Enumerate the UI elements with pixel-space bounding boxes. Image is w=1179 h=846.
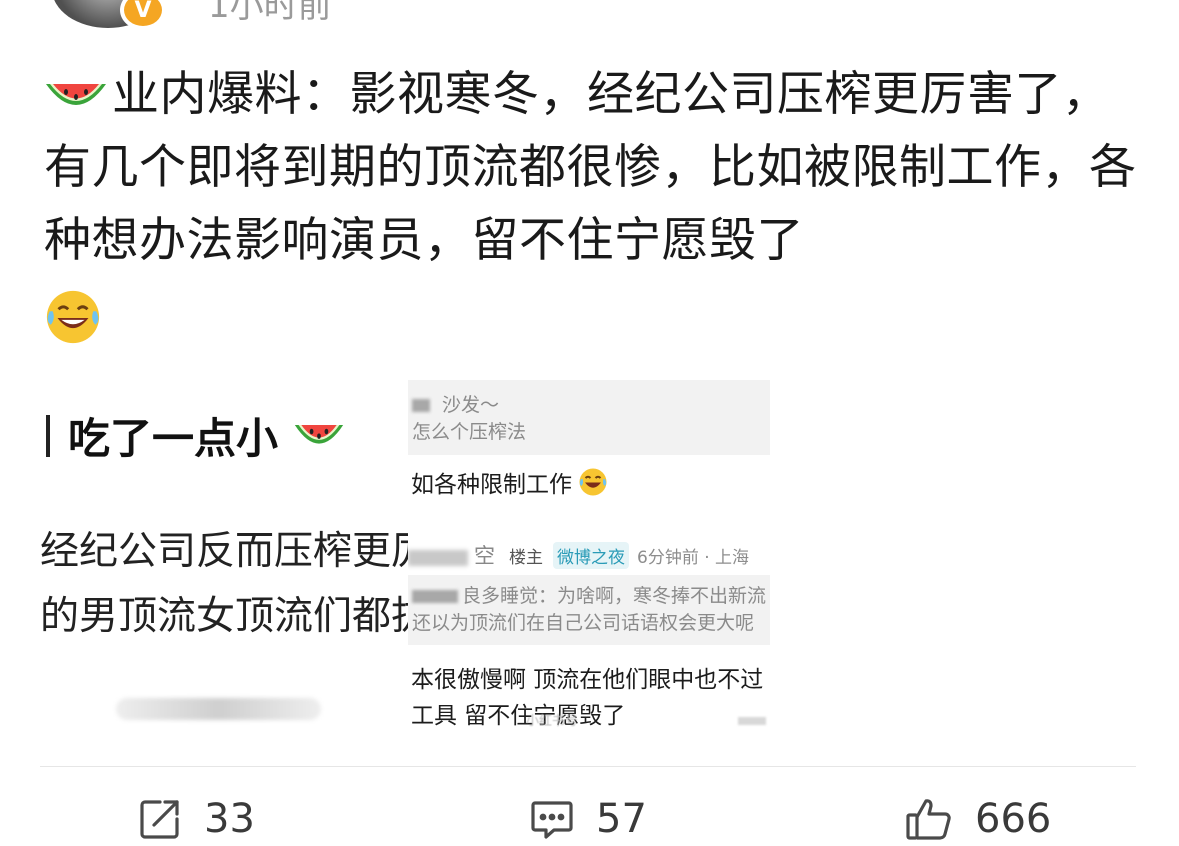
divider <box>40 766 1136 767</box>
blurred-text <box>738 717 766 725</box>
comment-reply: 如各种限制工作 <box>411 465 608 499</box>
post-time: 1小时前 <box>208 0 332 26</box>
repost-icon <box>140 800 179 839</box>
comment-reply: 工具 留不住宁愿毁了 <box>411 703 626 729</box>
blurred-username <box>408 550 468 566</box>
laughing-tears-icon <box>579 468 607 496</box>
quoted-comment: 良多睡觉：为啥啊，寒冬捧不出新流 还以为顶流们在自己公司话语权会更大呢 <box>408 575 770 645</box>
like-count: 666 <box>975 796 1052 842</box>
screenshot-line: 经纪公司反而压榨更厉 <box>40 529 420 574</box>
post-body-text: 业内爆料：影视寒冬，经纪公司压榨更厉害了，有几个即将到期的顶流都很惨，比如被限制… <box>44 67 1137 268</box>
event-tag: 微博之夜 <box>553 542 629 569</box>
screenshot-line: 的男顶流女顶流们都拔 <box>40 594 420 639</box>
blurred-text <box>116 698 321 720</box>
repost-count: 33 <box>204 796 255 842</box>
embedded-screenshot-right: 沙发～ 怎么个压榨法 如各种限制工作 空楼主 微博之夜 6分钟前 · 上海 良多睡觉… <box>408 380 770 730</box>
comment-icon <box>531 801 573 839</box>
like-button[interactable]: 666 <box>905 794 1051 844</box>
repost-button[interactable]: 33 <box>138 794 255 844</box>
comment-meta: 空楼主 微博之夜 6分钟前 · 上海 <box>408 540 770 570</box>
screenshot-heading: 吃了一点小 <box>40 405 345 466</box>
embedded-screenshot-left: 吃了一点小 经纪公司反而压榨更厉 的男顶流女顶流们都拔 <box>40 380 420 740</box>
comment-count: 57 <box>596 796 647 842</box>
quoted-comment: 沙发～ 怎么个压榨法 <box>408 380 770 455</box>
watermark: 小红书号 <box>526 714 579 729</box>
comment-reply: 本很傲慢啊 顶流在他们眼中也不过 <box>411 667 764 693</box>
post-text: 业内爆料：影视寒冬，经纪公司压榨更厉害了，有几个即将到期的顶流都很惨，比如被限制… <box>44 58 1154 350</box>
thumbs-up-icon <box>906 799 951 840</box>
comment-time: 6分钟前 · 上海 <box>637 548 750 568</box>
comment-button[interactable]: 57 <box>530 794 647 844</box>
owner-label: 楼主 <box>509 548 543 568</box>
watermelon-icon <box>294 425 343 444</box>
laughing-tears-icon <box>46 290 100 343</box>
heading-bar <box>46 415 50 457</box>
watermelon-icon <box>46 83 106 105</box>
